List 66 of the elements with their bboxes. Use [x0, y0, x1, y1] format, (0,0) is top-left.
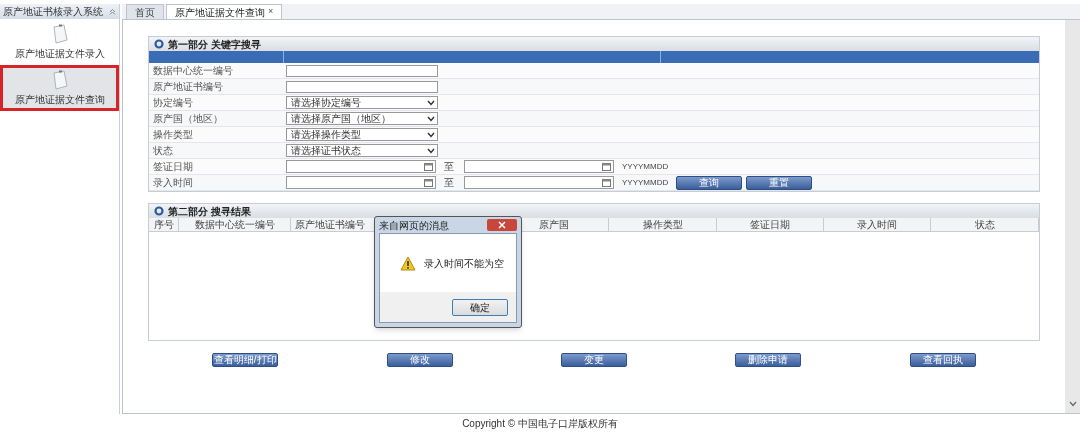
- chevron-down-icon: [427, 131, 435, 138]
- document-icon: [50, 23, 69, 44]
- calendar-icon[interactable]: [602, 162, 611, 171]
- column-header: 数据中心统一编号: [179, 218, 291, 231]
- section-title: 第一部分 关键字搜寻: [168, 37, 261, 52]
- close-tab-icon[interactable]: ×: [268, 5, 274, 19]
- date-field[interactable]: [464, 176, 614, 189]
- action-button[interactable]: 重置: [746, 175, 812, 190]
- close-icon[interactable]: [487, 219, 517, 231]
- section-title: 第二部分 搜寻结果: [168, 204, 251, 219]
- tab-label: 首页: [135, 5, 155, 20]
- column-header: 操作类型: [609, 218, 717, 231]
- chevron-down-icon: [427, 147, 435, 154]
- field-label: 原产地证书编号: [152, 80, 224, 94]
- document-icon: [50, 69, 69, 90]
- field-label: 协定编号: [152, 96, 194, 110]
- ok-button[interactable]: 确定: [452, 298, 508, 316]
- field-label: 操作类型: [152, 128, 194, 142]
- calendar-icon[interactable]: [424, 162, 433, 171]
- action-button[interactable]: 变更: [560, 353, 627, 367]
- calendar-icon[interactable]: [424, 178, 433, 187]
- dropdown[interactable]: 请选择协定编号: [286, 96, 438, 109]
- column-header: 签证日期: [717, 218, 824, 231]
- column-header: 状态: [931, 218, 1039, 231]
- text-field[interactable]: [286, 80, 438, 93]
- sidebar-title: 原产地证书核录入系统: [3, 5, 103, 19]
- ring-icon: [154, 39, 164, 49]
- chevron-down-icon: [427, 115, 435, 122]
- action-button[interactable]: 删除申请: [735, 353, 802, 367]
- action-button[interactable]: 查看回执: [909, 353, 976, 367]
- sidebar-item[interactable]: 原产地证据文件查询: [0, 65, 119, 111]
- field-label: 状态: [152, 144, 174, 158]
- text-field[interactable]: [286, 64, 438, 77]
- tab[interactable]: 原产地证据文件查询 ×: [166, 4, 283, 19]
- collapse-icon[interactable]: [109, 8, 116, 15]
- warning-icon: [400, 255, 416, 271]
- tab-label: 原产地证据文件查询: [175, 5, 265, 20]
- date-format-hint: YYYYMMDD: [622, 176, 670, 189]
- scroll-down-icon[interactable]: [1068, 401, 1077, 407]
- scrollbar[interactable]: [1065, 20, 1080, 413]
- calendar-icon[interactable]: [602, 178, 611, 187]
- field-label: 录入时间: [152, 176, 194, 190]
- date-field[interactable]: [464, 160, 614, 173]
- dialog-title: 来自网页的消息: [379, 218, 449, 233]
- field-label: 签证日期: [152, 160, 194, 174]
- action-button[interactable]: 修改: [386, 353, 453, 367]
- dropdown[interactable]: 请选择操作类型: [286, 128, 438, 141]
- dropdown[interactable]: 请选择原产国（地区）: [286, 112, 438, 125]
- chevron-down-icon: [427, 99, 435, 106]
- date-format-hint: YYYYMMDD: [622, 160, 670, 173]
- column-header: 录入时间: [824, 218, 931, 231]
- range-separator: 至: [444, 160, 455, 174]
- action-button[interactable]: 查看明细/打印: [212, 353, 279, 367]
- field-label: 原产国（地区）: [152, 112, 224, 126]
- field-label: 数据中心统一编号: [152, 64, 234, 78]
- sidebar-item[interactable]: 原产地证据文件录入: [0, 19, 119, 65]
- date-field[interactable]: [286, 160, 436, 173]
- range-separator: 至: [444, 176, 455, 190]
- column-header: 序号: [149, 218, 179, 231]
- dropdown[interactable]: 请选择证书状态: [286, 144, 438, 157]
- action-button[interactable]: 查询: [676, 175, 742, 190]
- copyright-text: Copyright © 中国电子口岸版权所有: [462, 417, 618, 431]
- tab[interactable]: 首页: [126, 4, 164, 19]
- date-field[interactable]: [286, 176, 436, 189]
- ring-icon: [154, 206, 164, 216]
- dialog-message: 录入时间不能为空: [424, 256, 504, 271]
